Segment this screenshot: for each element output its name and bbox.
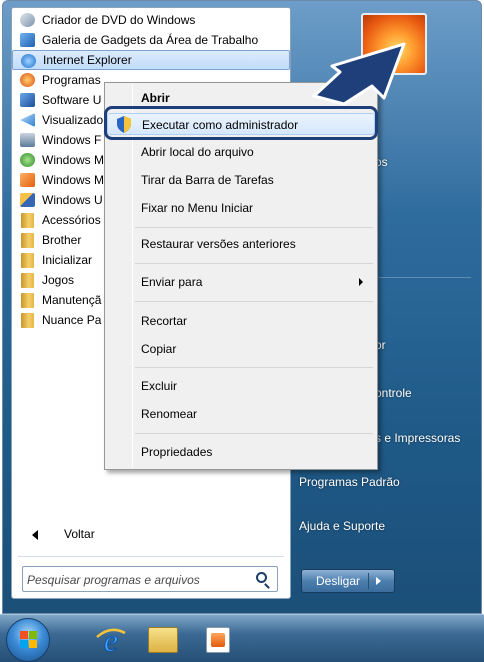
menu-item-rename[interactable]: Renomear (107, 403, 375, 425)
update-icon (20, 193, 35, 207)
program-label: Jogos (42, 273, 75, 287)
menu-item-run-as-admin[interactable]: Executar como administrador (107, 113, 375, 135)
program-label: Internet Explorer (43, 53, 132, 67)
right-item-default-programs[interactable]: Programas Padrão (299, 475, 400, 489)
taskbar: e (0, 614, 484, 662)
chevron-right-icon[interactable] (376, 577, 381, 585)
windows-logo-icon (20, 631, 28, 639)
program-label: Manutençã (42, 293, 102, 307)
program-label: Programas (42, 73, 101, 87)
program-label: Visualizado (42, 113, 104, 127)
menu-item-restore-versions[interactable]: Restaurar versões anteriores (107, 233, 375, 255)
shutdown-label: Desligar (316, 574, 361, 588)
dvd-maker-icon (20, 13, 35, 27)
fax-icon (20, 133, 35, 147)
program-label: Inicializar (42, 253, 93, 267)
menu-item-open-location[interactable]: Abrir local do arquivo (107, 141, 375, 163)
submenu-arrow-icon (359, 278, 363, 286)
program-label: Acessórios (42, 213, 101, 227)
user-picture[interactable] (361, 13, 427, 75)
context-menu: Abrir Executar como administrador Abrir … (104, 82, 378, 470)
right-item-control-panel[interactable]: ontrole (375, 386, 412, 400)
windows-logo-icon (20, 631, 38, 649)
right-item-help-support[interactable]: Ajuda e Suporte (299, 519, 385, 533)
search-input[interactable] (27, 571, 247, 589)
viewer-icon (20, 113, 35, 127)
menu-item-open[interactable]: Abrir (107, 87, 375, 109)
program-label: Nuance Pa (42, 313, 102, 327)
back-label: Voltar (64, 527, 95, 541)
folder-icon (21, 313, 34, 328)
folder-icon (21, 213, 34, 228)
folder-icon (21, 273, 34, 288)
folder-icon (21, 293, 34, 308)
divider (368, 573, 369, 589)
svg-text:e: e (104, 623, 118, 657)
program-label: Windows M (42, 153, 105, 167)
program-item-internet-explorer[interactable]: Internet Explorer (12, 50, 290, 70)
programs-icon (20, 73, 35, 87)
program-label: Brother (42, 233, 82, 247)
software-icon (20, 93, 35, 107)
menu-item-label: Executar como administrador (142, 118, 299, 132)
search-box[interactable] (22, 566, 278, 592)
divider (18, 556, 284, 557)
program-label: Galeria de Gadgets da Área de Trabalho (42, 33, 259, 47)
menu-item-cut[interactable]: Recortar (107, 310, 375, 332)
back-button[interactable]: Voltar (12, 524, 290, 544)
menu-item-send-to[interactable]: Enviar para (107, 271, 375, 293)
windows-explorer-taskbar-icon[interactable] (148, 627, 178, 653)
menu-item-pin-start[interactable]: Fixar no Menu Iniciar (107, 197, 375, 219)
program-item[interactable]: Criador de DVD do Windows (12, 10, 290, 30)
program-label: Software U (42, 93, 102, 107)
windows-logo-icon (29, 631, 37, 639)
program-label: Windows U (42, 193, 103, 207)
menu-item-label: Enviar para (141, 275, 203, 289)
back-arrow-icon (32, 530, 38, 540)
menu-item-properties[interactable]: Propriedades (107, 441, 375, 463)
menu-separator (135, 367, 373, 368)
internet-explorer-taskbar-icon[interactable]: e (94, 623, 128, 657)
media-center-icon (20, 153, 35, 167)
menu-separator (135, 227, 373, 228)
gadgets-icon (20, 33, 35, 47)
windows-logo-icon (29, 640, 37, 648)
menu-separator (135, 301, 373, 302)
shutdown-button[interactable]: Desligar (301, 569, 395, 593)
menu-item-unpin-taskbar[interactable]: Tirar da Barra de Tarefas (107, 169, 375, 191)
windows-logo-icon (20, 640, 28, 648)
internet-explorer-icon (21, 54, 36, 68)
program-label: Windows M (42, 173, 105, 187)
search-icon[interactable] (256, 572, 267, 583)
media-player-taskbar-icon[interactable] (206, 627, 230, 653)
right-item-devices-printers[interactable]: s e Impressoras (375, 431, 460, 445)
program-label: Windows F (42, 133, 102, 147)
shield-icon (117, 116, 131, 133)
program-item[interactable]: Galeria de Gadgets da Área de Trabalho (12, 30, 290, 50)
folder-icon (21, 253, 34, 268)
start-button[interactable] (6, 618, 50, 662)
menu-separator (135, 433, 373, 434)
menu-separator (135, 263, 373, 264)
program-label: Criador de DVD do Windows (42, 13, 196, 27)
folder-icon (21, 233, 34, 248)
media-player-icon (20, 173, 35, 187)
menu-item-delete[interactable]: Excluir (107, 375, 375, 397)
menu-item-copy[interactable]: Copiar (107, 338, 375, 360)
